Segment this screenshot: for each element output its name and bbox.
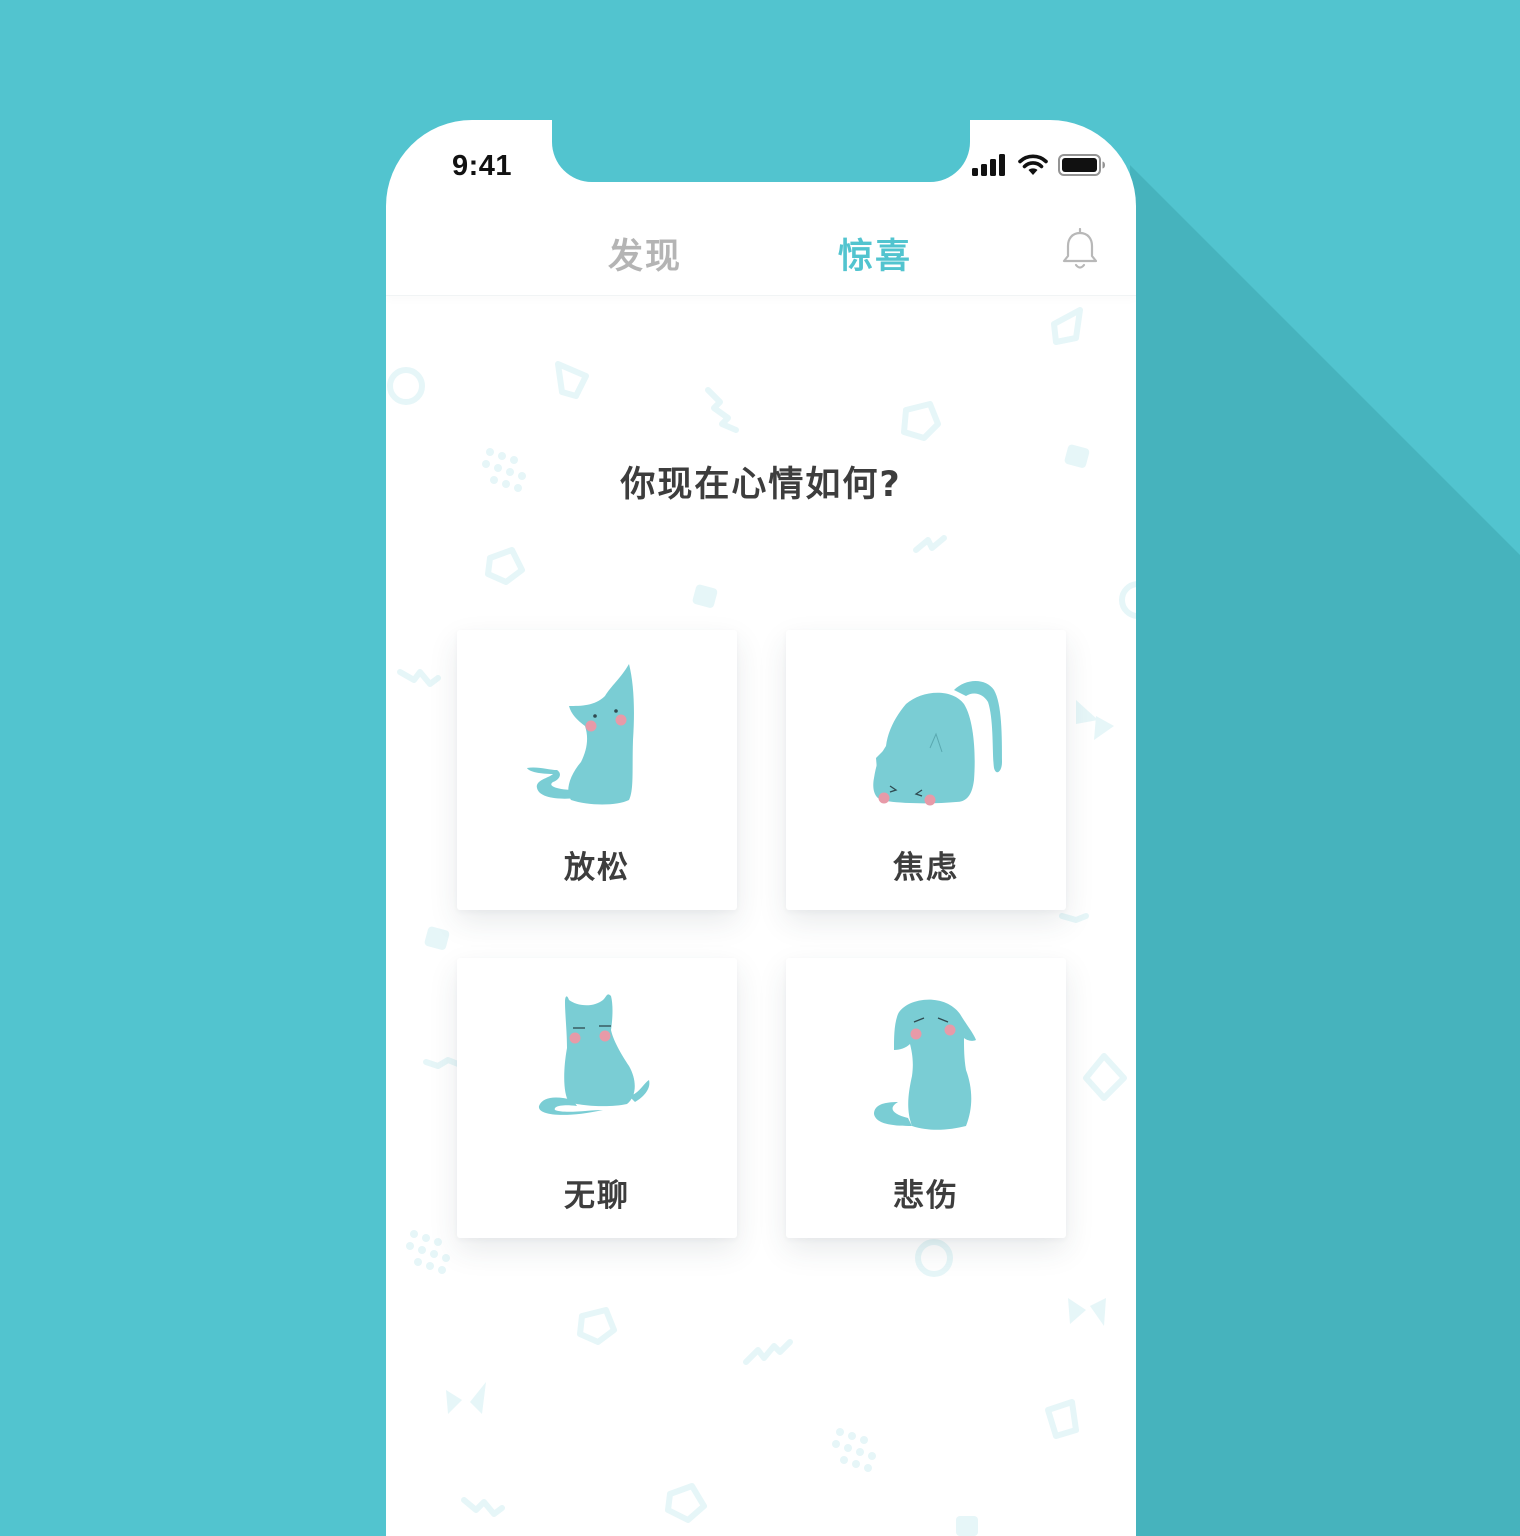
mood-card-bored[interactable]: 无聊 [457, 958, 737, 1238]
bored-cat-icon [538, 994, 650, 1115]
phone-screen: 9:41 发现 惊喜 你现在心情如何? 放松 焦虑 无聊 悲伤 [386, 120, 1136, 1536]
anxious-cat-icon [873, 681, 1002, 806]
battery-icon [1058, 154, 1105, 176]
bell-icon[interactable] [1060, 228, 1100, 272]
wifi-icon [1018, 154, 1048, 175]
mood-label-anxious: 焦虑 [893, 850, 959, 886]
mood-card-sad[interactable]: 悲伤 [786, 958, 1066, 1238]
relaxed-cat-icon [527, 664, 634, 805]
mood-label-sad: 悲伤 [893, 1178, 959, 1214]
mood-card-relaxed[interactable]: 放松 [457, 630, 737, 910]
signal-icon [972, 154, 1005, 176]
mood-card-anxious[interactable]: 焦虑 [786, 630, 1066, 910]
sad-cat-icon [874, 999, 976, 1130]
tab-surprise[interactable]: 惊喜 [838, 228, 912, 279]
tab-discover[interactable]: 发现 [608, 228, 682, 279]
status-time: 9:41 [452, 150, 513, 182]
mood-question: 你现在心情如何? [620, 465, 902, 505]
mood-label-relaxed: 放松 [564, 850, 630, 886]
status-icons [972, 154, 1106, 176]
notch [552, 120, 970, 182]
top-nav: 发现 惊喜 [386, 216, 1136, 296]
mood-label-bored: 无聊 [564, 1178, 630, 1214]
